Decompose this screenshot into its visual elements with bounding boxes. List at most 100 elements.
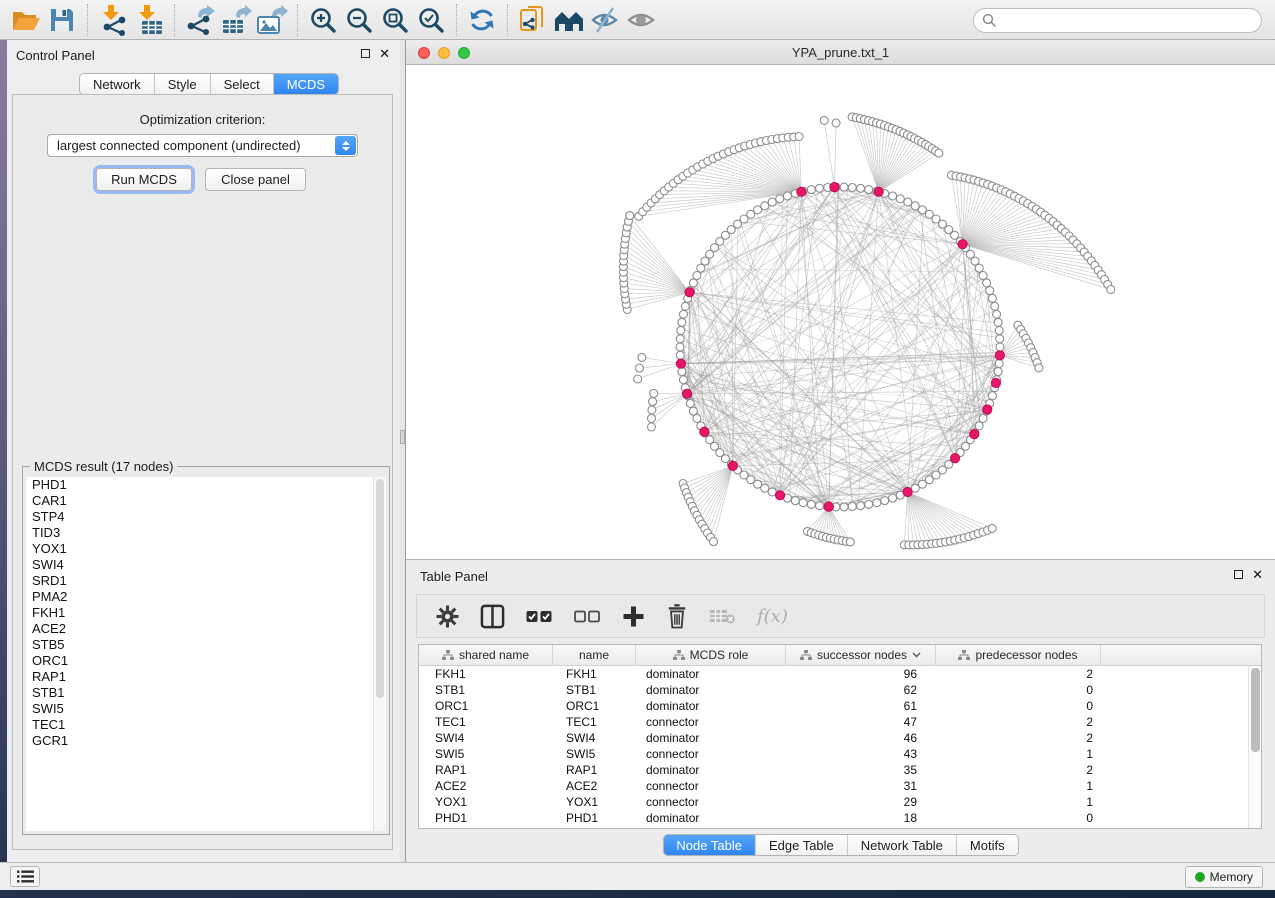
column-header-shared-name[interactable]: shared name [419,645,553,665]
deselect-all-button[interactable] [574,610,601,623]
zoom-selected-button[interactable] [413,3,449,37]
first-neighbors-button[interactable] [551,3,587,37]
table-row[interactable]: SWI5SWI5connector431 [419,746,1248,762]
tab-select[interactable]: Select [210,74,273,94]
mcds-result-item[interactable]: GCR1 [26,733,386,749]
table-cell[interactable]: YOX1 [419,794,553,810]
select-all-button[interactable] [526,610,553,623]
column-header-mcds-role[interactable]: MCDS role [636,645,786,665]
table-cell[interactable]: 2 [936,730,1101,746]
mcds-result-item[interactable]: FKH1 [26,605,386,621]
export-image-button[interactable] [254,3,290,37]
table-cell[interactable]: dominator [636,682,786,698]
scrollbar-thumb[interactable] [1251,668,1260,752]
mcds-result-item[interactable]: STB5 [26,637,386,653]
table-cell[interactable]: 1 [936,778,1101,794]
column-header-name[interactable]: name [553,645,636,665]
table-cell[interactable]: 96 [786,666,936,682]
tab-network[interactable]: Network [80,74,154,94]
table-cell[interactable]: 0 [936,698,1101,714]
table-cell[interactable]: 1 [936,746,1101,762]
table-cell[interactable]: 61 [786,698,936,714]
table-row[interactable]: TEC1TEC1connector472 [419,714,1248,730]
float-window-icon[interactable] [1234,570,1243,579]
mcds-result-item[interactable]: PMA2 [26,589,386,605]
table-cell[interactable]: 46 [786,730,936,746]
table-cell[interactable]: SWI5 [419,746,553,762]
mcds-result-item[interactable]: TEC1 [26,717,386,733]
table-cell[interactable]: TEC1 [553,714,636,730]
table-cell[interactable]: ORC1 [419,698,553,714]
scrollbar-thumb[interactable] [376,479,384,698]
criterion-select[interactable]: largest connected component (undirected) [47,134,358,157]
mcds-result-item[interactable]: TID3 [26,525,386,541]
close-window-icon[interactable]: ✕ [1252,570,1263,579]
table-cell[interactable]: 31 [786,778,936,794]
mcds-result-item[interactable]: CAR1 [26,493,386,509]
table-row[interactable]: PHD1PHD1dominator180 [419,810,1248,826]
table-cell[interactable]: 43 [786,746,936,762]
tab-network-table[interactable]: Network Table [847,835,956,855]
table-row[interactable]: ORC1ORC1dominator610 [419,698,1248,714]
mcds-result-item[interactable]: SWI5 [26,701,386,717]
table-cell[interactable]: 2 [936,762,1101,778]
table-row[interactable]: RAP1RAP1dominator352 [419,762,1248,778]
close-window-icon[interactable]: ✕ [379,49,390,58]
table-cell[interactable]: FKH1 [419,666,553,682]
task-history-button[interactable] [10,866,40,887]
float-window-icon[interactable] [361,49,370,58]
tab-node-table[interactable]: Node Table [663,835,755,855]
table-cell[interactable]: ACE2 [419,778,553,794]
table-cell[interactable]: STB1 [553,682,636,698]
tab-mcds[interactable]: MCDS [273,74,338,94]
table-row[interactable]: SWI4SWI4dominator462 [419,730,1248,746]
mcds-result-item[interactable]: RAP1 [26,669,386,685]
table-cell[interactable]: ACE2 [553,778,636,794]
mcds-result-item[interactable]: STP4 [26,509,386,525]
table-settings-button[interactable] [436,605,459,628]
table-cell[interactable]: connector [636,714,786,730]
table-cell[interactable]: RAP1 [553,762,636,778]
table-cell[interactable]: ORC1 [553,698,636,714]
table-cell[interactable]: TEC1 [419,714,553,730]
tab-style[interactable]: Style [154,74,210,94]
table-cell[interactable]: SWI5 [553,746,636,762]
network-canvas[interactable] [406,65,1275,559]
mcds-result-item[interactable]: YOX1 [26,541,386,557]
table-row[interactable]: ACE2ACE2connector311 [419,778,1248,794]
table-cell[interactable]: 47 [786,714,936,730]
table-cell[interactable]: PHD1 [553,810,636,826]
network-window-titlebar[interactable]: YPA_prune.txt_1 [406,40,1275,65]
table-cell[interactable]: dominator [636,762,786,778]
export-network-button[interactable] [182,3,218,37]
table-row[interactable]: STB1STB1dominator620 [419,682,1248,698]
splitter-handle[interactable] [400,430,405,444]
delete-entry-button[interactable] [666,604,688,629]
table-cell[interactable]: 2 [936,714,1101,730]
table-cell[interactable]: dominator [636,698,786,714]
fit-content-button[interactable] [377,3,413,37]
table-row[interactable]: YOX1YOX1connector291 [419,794,1248,810]
table-cell[interactable]: PHD1 [419,810,553,826]
search-input[interactable] [1003,14,1243,28]
table-cell[interactable]: 29 [786,794,936,810]
table-body[interactable]: FKH1FKH1dominator962STB1STB1dominator620… [419,666,1248,828]
table-cell[interactable]: SWI4 [553,730,636,746]
import-network-button[interactable] [95,3,131,37]
network-graph[interactable] [406,65,1275,559]
table-cell[interactable]: 18 [786,810,936,826]
mcds-result-item[interactable]: ORC1 [26,653,386,669]
table-cell[interactable]: 0 [936,682,1101,698]
mcds-result-item[interactable]: PHD1 [26,477,386,493]
run-mcds-button[interactable]: Run MCDS [96,168,192,191]
import-table-button[interactable] [131,3,167,37]
search-box[interactable] [973,8,1262,33]
show-all-button[interactable] [623,3,659,37]
zoom-out-button[interactable] [341,3,377,37]
apply-layout-button[interactable] [464,3,500,37]
table-cell[interactable]: dominator [636,730,786,746]
mcds-result-item[interactable]: SRD1 [26,573,386,589]
table-cell[interactable]: RAP1 [419,762,553,778]
hide-selected-button[interactable] [587,3,623,37]
column-header-predecessor-nodes[interactable]: predecessor nodes [936,645,1101,665]
